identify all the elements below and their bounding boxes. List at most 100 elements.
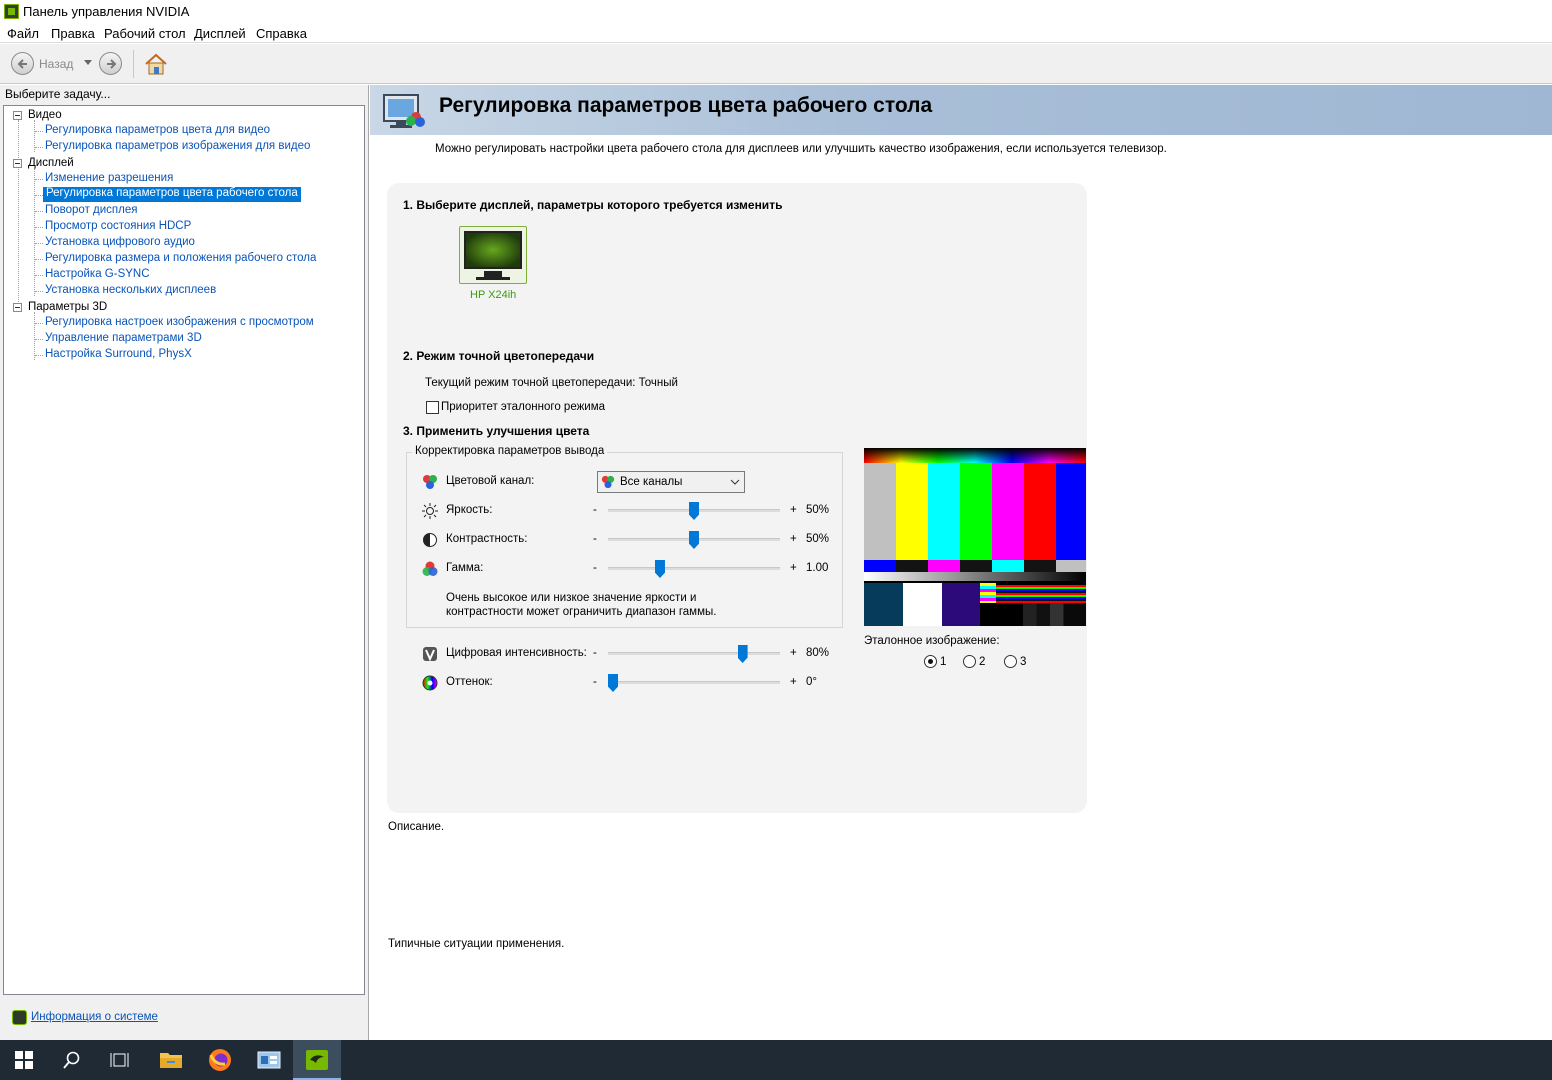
tree-category-display[interactable]: Дисплей xyxy=(28,157,74,169)
gamma-label: Гамма: xyxy=(446,562,484,574)
tree-item-desktop-size[interactable]: Регулировка размера и положения рабочего… xyxy=(45,252,316,264)
vibrance-plus[interactable]: + xyxy=(790,647,797,659)
tree-category-3d[interactable]: Параметры 3D xyxy=(28,301,107,313)
digital-vibrance-icon xyxy=(423,647,437,662)
task-tree[interactable]: Видео Регулировка параметров цвета для в… xyxy=(3,105,365,995)
forward-button[interactable] xyxy=(99,52,122,75)
gamma-plus[interactable]: + xyxy=(790,562,797,574)
taskbar-firefox[interactable] xyxy=(196,1040,244,1080)
taskbar xyxy=(0,1040,1552,1080)
hue-plus[interactable]: + xyxy=(790,676,797,688)
tree-item-surround-physx[interactable]: Настройка Surround, PhysX xyxy=(45,348,192,360)
vibrance-minus[interactable]: - xyxy=(593,647,597,659)
tree-category-video[interactable]: Видео xyxy=(28,109,62,121)
settings-panel: 1. Выберите дисплей, параметры которого … xyxy=(387,183,1087,813)
title-bar: Панель управления NVIDIA xyxy=(0,0,1552,23)
reference-priority-checkbox[interactable] xyxy=(426,401,439,414)
vibrance-slider-thumb[interactable] xyxy=(737,645,748,663)
menu-display[interactable]: Дисплей xyxy=(194,26,246,41)
collapse-video-icon[interactable] xyxy=(13,111,22,120)
color-channel-icon xyxy=(423,475,437,489)
brightness-label: Яркость: xyxy=(446,504,493,516)
reference-image-label: Эталонное изображение: xyxy=(864,635,1000,647)
brightness-plus[interactable]: + xyxy=(790,504,797,516)
contrast-minus[interactable]: - xyxy=(593,533,597,545)
menu-file[interactable]: Файл xyxy=(7,26,39,41)
hue-minus[interactable]: - xyxy=(593,676,597,688)
task-pane-header: Выберите задачу... xyxy=(5,87,111,101)
tree-item-gsync[interactable]: Настройка G-SYNC xyxy=(45,268,150,280)
reference-radio-1[interactable] xyxy=(924,655,937,668)
color-channel-icon xyxy=(601,475,615,489)
back-label[interactable]: Назад xyxy=(39,57,73,71)
gamma-warning-line-2: контрастности может ограничить диапазон … xyxy=(446,606,717,618)
section-select-display: 1. Выберите дисплей, параметры которого … xyxy=(403,198,783,212)
vibrance-slider-track[interactable] xyxy=(608,652,780,655)
section-color-mode: 2. Режим точной цветопередачи xyxy=(403,349,595,363)
tree-item-video-color[interactable]: Регулировка параметров цвета для видео xyxy=(45,124,270,136)
menu-edit[interactable]: Правка xyxy=(51,26,95,41)
tree-item-multiple-displays[interactable]: Установка нескольких дисплеев xyxy=(45,284,216,296)
contrast-plus[interactable]: + xyxy=(790,533,797,545)
hue-slider-track[interactable] xyxy=(608,681,780,684)
task-view-button[interactable] xyxy=(96,1040,144,1080)
hue-value: 0° xyxy=(806,676,817,688)
display-tile[interactable] xyxy=(459,226,527,284)
back-button[interactable] xyxy=(11,52,34,75)
arrow-left-icon xyxy=(17,59,27,69)
content-pane: Регулировка параметров цвета рабочего ст… xyxy=(370,85,1552,1040)
gamma-minus[interactable]: - xyxy=(593,562,597,574)
taskbar-control-panel[interactable] xyxy=(245,1040,293,1080)
hue-slider-thumb[interactable] xyxy=(608,674,618,692)
output-adjust-group-label: Корректировка параметров вывода xyxy=(412,445,608,457)
tree-item-digital-audio[interactable]: Установка цифрового аудио xyxy=(45,236,195,248)
reference-radio-2[interactable] xyxy=(963,655,976,668)
search-button[interactable] xyxy=(48,1040,96,1080)
menu-help[interactable]: Справка xyxy=(256,26,307,41)
reference-radio-3-label[interactable]: 3 xyxy=(1020,656,1026,668)
reference-radio-3[interactable] xyxy=(1004,655,1017,668)
firefox-icon xyxy=(209,1049,231,1071)
tree-item-image-preview[interactable]: Регулировка настроек изображения с просм… xyxy=(45,316,314,328)
taskbar-file-explorer[interactable] xyxy=(147,1040,195,1080)
color-channel-select[interactable]: Все каналы xyxy=(597,471,745,493)
nvidia-icon xyxy=(306,1050,328,1070)
task-view-icon xyxy=(110,1053,129,1067)
gamma-slider-track[interactable] xyxy=(608,567,780,570)
brightness-icon xyxy=(422,503,438,519)
home-icon[interactable] xyxy=(143,51,169,77)
usage-label: Типичные ситуации применения. xyxy=(388,938,565,950)
contrast-icon xyxy=(423,533,437,547)
nvidia-app-icon xyxy=(4,4,19,19)
tree-item-hdcp[interactable]: Просмотр состояния HDCP xyxy=(45,220,191,232)
menu-bar: Файл Правка Рабочий стол Дисплей Справка xyxy=(0,23,1552,43)
info-icon xyxy=(12,1010,27,1025)
folder-icon xyxy=(160,1053,182,1068)
taskbar-nvidia-control-panel[interactable] xyxy=(293,1040,341,1080)
page-banner: Регулировка параметров цвета рабочего ст… xyxy=(370,85,1552,135)
tree-item-resolution[interactable]: Изменение разрешения xyxy=(45,172,173,184)
arrow-right-icon xyxy=(107,59,117,69)
vibrance-value: 80% xyxy=(806,647,830,659)
collapse-3d-icon[interactable] xyxy=(13,303,22,312)
window-title: Панель управления NVIDIA xyxy=(23,4,190,19)
gamma-value: 1.00 xyxy=(806,562,829,574)
hue-label: Оттенок: xyxy=(446,676,493,688)
start-button[interactable] xyxy=(0,1040,48,1080)
reference-priority-label[interactable]: Приоритет эталонного режима xyxy=(441,401,605,413)
tree-item-rotate[interactable]: Поворот дисплея xyxy=(45,204,137,216)
collapse-display-icon[interactable] xyxy=(13,159,22,168)
tree-item-video-image[interactable]: Регулировка параметров изображения для в… xyxy=(45,140,310,152)
tree-item-desktop-color[interactable]: Регулировка параметров цвета рабочего ст… xyxy=(43,187,301,202)
reference-radio-2-label[interactable]: 2 xyxy=(979,656,985,668)
system-info-link[interactable]: Информация о системе xyxy=(31,1011,158,1023)
task-pane: Выберите задачу... Видео Регулировка пар… xyxy=(0,85,369,1040)
brightness-minus[interactable]: - xyxy=(593,504,597,516)
reference-radio-1-label[interactable]: 1 xyxy=(940,656,946,668)
menu-desktop[interactable]: Рабочий стол xyxy=(104,26,186,41)
tree-item-manage-3d[interactable]: Управление параметрами 3D xyxy=(45,332,202,344)
history-dropdown-icon[interactable] xyxy=(84,60,92,65)
page-subtitle: Можно регулировать настройки цвета рабоч… xyxy=(435,143,1167,155)
display-name[interactable]: HP X24ih xyxy=(470,289,516,301)
section-apply-enhancements: 3. Применить улучшения цвета xyxy=(403,424,590,438)
